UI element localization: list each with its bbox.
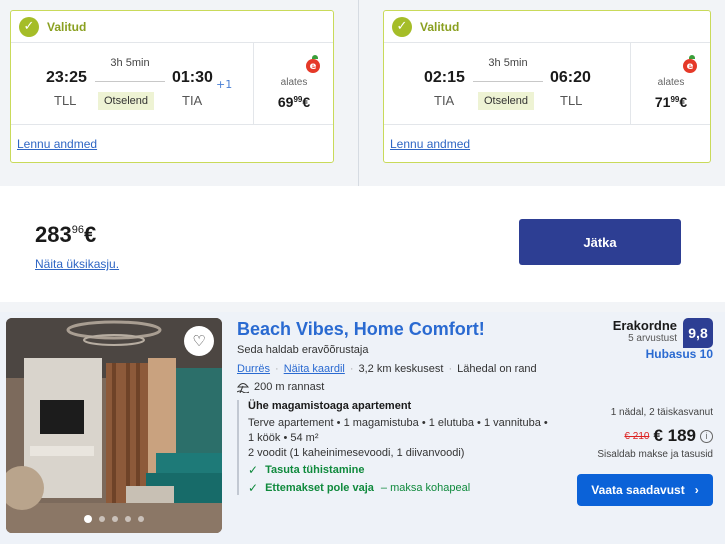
outbound-flight-card[interactable]: ✓ Valitud 23:25 TLL 3h 5min Otselend 01:… (10, 10, 334, 163)
stay-description: 1 nädal, 2 täiskasvanut (610, 407, 713, 418)
perk-text: Ettemakset pole vaja (265, 482, 374, 494)
day-offset: +1 (216, 78, 233, 91)
flight-details-link[interactable]: Lennu andmed (17, 137, 97, 151)
duration-line (95, 81, 165, 82)
show-details-link[interactable]: Näita üksikasju. (35, 257, 119, 271)
outbound-price: 6999€ (277, 94, 311, 110)
host-type: Seda haldab eravõõrustaja (237, 344, 369, 356)
hotel-info: Beach Vibes, Home Comfort! Seda haldab e… (237, 319, 577, 495)
departure-time: 02:15 (424, 69, 465, 86)
show-on-map-link[interactable]: Näita kaardil (284, 363, 345, 375)
hotel-price-block: 1 nädal, 2 täiskasvanut € 210 € 189 i Si… (597, 407, 713, 460)
perk-detail: – maksa kohapeal (380, 482, 471, 494)
location-row: Durrës · Näita kaardil · 3,2 km keskuses… (237, 363, 577, 375)
carousel-dot[interactable] (138, 516, 144, 522)
near-beach-label: Lähedal on rand (457, 363, 537, 375)
review-score-block[interactable]: Erakordne 5 arvustust 9,8 Hubasus 10 (613, 318, 713, 361)
continue-button[interactable]: Jätka (519, 219, 681, 265)
outbound-card-footer: Lennu andmed (11, 125, 333, 163)
flight-duration: 3h 5min (488, 57, 528, 69)
hotel-photo[interactable]: ♡ (6, 318, 222, 533)
beach-distance-row: 200 m rannast (237, 381, 577, 393)
check-circle-icon: ✓ (392, 16, 412, 37)
price-row: € 210 € 189 i (597, 426, 713, 446)
beach-distance: 200 m rannast (254, 381, 325, 393)
check-circle-icon: ✓ (19, 16, 39, 37)
departure-time: 23:25 (46, 69, 87, 86)
taxes-note: Sisaldab makse ja tasusid (597, 449, 713, 460)
distance-from-center: 3,2 km keskusest (358, 363, 444, 375)
arrival-airport-code: TIA (182, 93, 203, 108)
inbound-card-header: ✓ Valitud (384, 11, 710, 43)
current-price: € 189 (653, 426, 696, 445)
separator: · (275, 363, 279, 375)
free-cancellation-perk: ✓ Tasuta tühistamine (248, 463, 577, 477)
photo-carousel-dots[interactable] (6, 515, 222, 523)
rating-word: Erakordne (612, 318, 677, 333)
price-summary-bar: 28396€ Näita üksikasju. Jätka (0, 186, 725, 302)
flight-duration: 3h 5min (110, 57, 150, 69)
from-label: alates (280, 77, 308, 88)
direct-flight-badge: Otselend (478, 92, 535, 110)
room-details: Ühe magamistoaga apartement Terve aparte… (237, 400, 577, 495)
room-description: Terve apartement • 1 magamistuba • 1 elu… (248, 417, 548, 444)
hotel-listing-card[interactable]: ♡ Beach Vibes, Home Comfort! Seda haldab… (0, 312, 725, 544)
departure-airport-code: TIA (434, 93, 455, 108)
inbound-price-column: e alates 7199€ (630, 43, 710, 125)
inbound-price: 7199€ (654, 94, 688, 110)
comfort-subscore: Hubasus 10 (645, 347, 713, 361)
checkmark-icon: ✓ (248, 481, 259, 495)
info-icon[interactable]: i (700, 429, 713, 443)
review-count: 5 arvustust (628, 333, 677, 344)
see-availability-button[interactable]: Vaata saadavust › (577, 474, 713, 506)
inbound-flight-card[interactable]: ✓ Valitud 02:15 TIA 3h 5min Otselend 06:… (383, 10, 711, 163)
inbound-flight-body: 02:15 TIA 3h 5min Otselend 06:20 TLL e a… (384, 43, 710, 125)
carousel-dot-active[interactable] (84, 515, 92, 523)
review-summary: Erakordne 5 arvustust (613, 318, 677, 344)
from-label: alates (657, 77, 685, 88)
score-badge: 9,8 (683, 318, 713, 348)
direct-flight-badge: Otselend (98, 92, 155, 110)
checkmark-icon: ✓ (248, 463, 259, 477)
carousel-dot[interactable] (99, 516, 105, 522)
arrival-airport-code: TLL (560, 93, 583, 108)
e-airline-logo-icon: e (306, 55, 320, 73)
city-link[interactable]: Durrës (237, 363, 270, 375)
original-price: € 210 (624, 430, 650, 442)
outbound-flight-body: 23:25 TLL 3h 5min Otselend 01:30 +1 TIA … (11, 43, 333, 125)
selected-label: Valitud (47, 19, 87, 34)
column-divider (358, 0, 359, 186)
room-type: Ühe magamistoaga apartement (248, 400, 412, 412)
carousel-dot[interactable] (125, 516, 131, 522)
hotel-name-link[interactable]: Beach Vibes, Home Comfort! (237, 319, 577, 340)
separator: · (349, 363, 354, 375)
arrival-time: 01:30 (172, 69, 213, 86)
e-airline-logo-icon: e (683, 55, 697, 73)
flight-selection-area: ✓ Valitud 23:25 TLL 3h 5min Otselend 01:… (0, 0, 725, 186)
total-price: 28396€ (35, 222, 97, 247)
availability-label: Vaata saadavust (591, 483, 685, 497)
no-prepayment-perk: ✓ Ettemakset pole vaja – maksa kohapeal (248, 481, 577, 495)
perk-text: Tasuta tühistamine (265, 464, 365, 476)
chevron-right-icon: › (694, 483, 699, 497)
bed-configuration: 2 voodit (1 kaheinimesevoodi, 1 diivanvo… (248, 447, 465, 459)
carousel-dot[interactable] (112, 516, 118, 522)
departure-airport-code: TLL (54, 93, 77, 108)
outbound-price-column: e alates 6999€ (253, 43, 333, 125)
selected-label: Valitud (420, 19, 460, 34)
separator: · (448, 363, 453, 375)
beach-umbrella-icon (237, 383, 249, 393)
outbound-card-header: ✓ Valitud (11, 11, 333, 43)
flight-details-link[interactable]: Lennu andmed (390, 137, 470, 151)
inbound-card-footer: Lennu andmed (384, 125, 710, 163)
duration-line (473, 81, 543, 82)
arrival-time: 06:20 (550, 69, 591, 86)
favorite-heart-icon[interactable]: ♡ (184, 326, 214, 356)
